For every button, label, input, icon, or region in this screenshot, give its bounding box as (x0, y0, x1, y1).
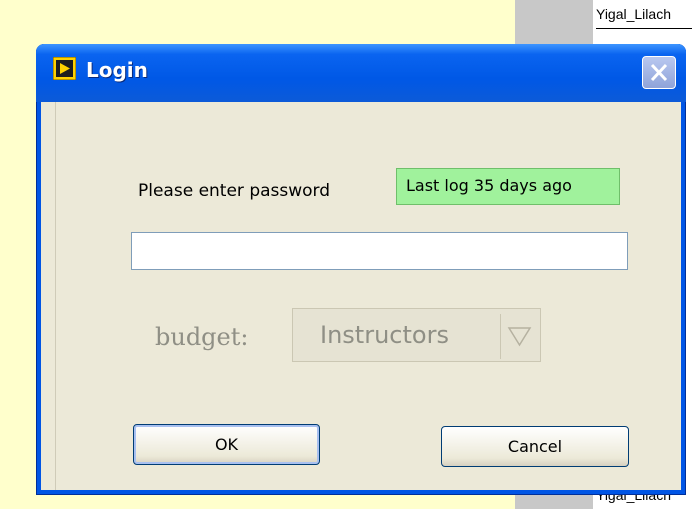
title-bar[interactable]: Login (36, 44, 686, 102)
background-table-cell: Yigal_Lilach (596, 0, 692, 29)
budget-label: budget: (155, 323, 249, 351)
close-icon (650, 63, 668, 82)
chevron-down-icon (507, 327, 532, 347)
ok-button[interactable]: OK (133, 424, 320, 465)
login-dialog: Login Please enter password Last log 35 … (36, 44, 686, 495)
labview-vi-icon (53, 57, 76, 80)
window-title: Login (86, 58, 148, 82)
dialog-body: Please enter password Last log 35 days a… (41, 102, 681, 490)
budget-select-value: Instructors (320, 321, 449, 349)
budget-dropdown-button[interactable] (500, 314, 538, 359)
close-button[interactable] (642, 56, 676, 89)
password-input[interactable] (131, 232, 628, 270)
last-log-status: Last log 35 days ago (396, 168, 620, 205)
divider (55, 102, 56, 490)
cancel-button[interactable]: Cancel (441, 426, 629, 467)
password-prompt: Please enter password (138, 181, 331, 201)
